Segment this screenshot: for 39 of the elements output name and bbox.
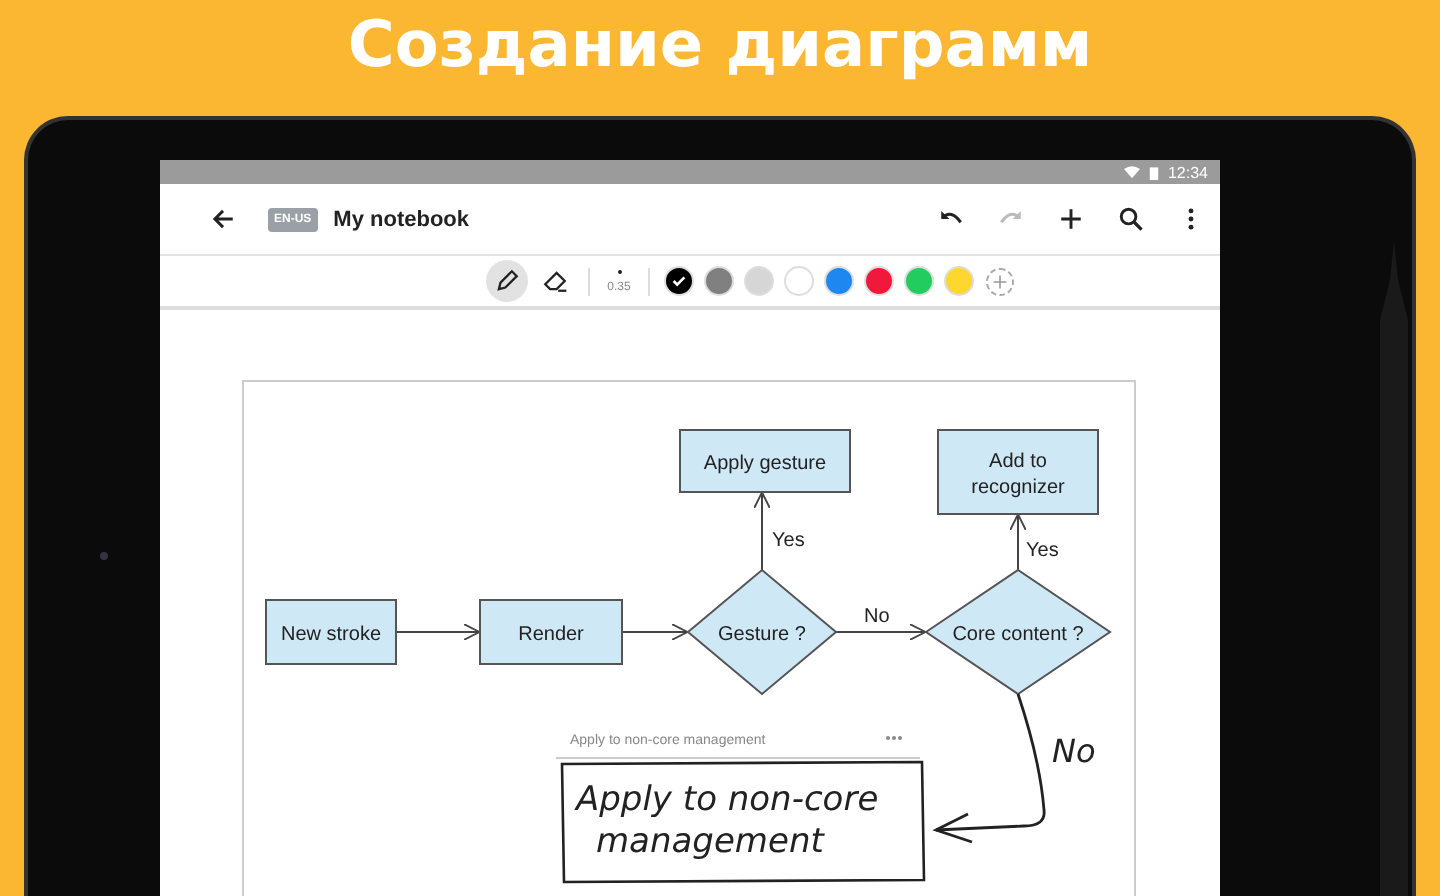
eraser-icon xyxy=(541,268,568,294)
wifi-icon xyxy=(1123,165,1140,179)
handwritten-label: No xyxy=(1052,732,1096,770)
battery-icon xyxy=(1145,165,1162,179)
color-swatch[interactable] xyxy=(824,266,855,296)
pen-tool-button[interactable] xyxy=(485,260,528,302)
color-swatch[interactable] xyxy=(784,266,815,296)
pencil-icon xyxy=(493,268,520,294)
connector-arrow xyxy=(1009,513,1027,571)
decision-node: Gesture ? xyxy=(686,568,838,696)
plus-icon xyxy=(992,273,1009,289)
add-color-button[interactable] xyxy=(986,267,1015,295)
color-swatch[interactable] xyxy=(664,266,695,296)
process-node: Add to recognizer xyxy=(937,429,1099,515)
connector-arrow xyxy=(753,491,771,571)
color-swatch[interactable] xyxy=(744,266,775,296)
camera-icon xyxy=(100,552,108,560)
handwritten-text: Apply to non-core management xyxy=(576,780,879,862)
color-swatch[interactable] xyxy=(704,266,735,296)
process-node: New stroke xyxy=(265,599,397,665)
color-swatch[interactable] xyxy=(944,266,975,296)
edge-label: No xyxy=(864,606,890,628)
notebook-title: My notebook xyxy=(333,207,470,231)
headline: Создание диаграмм xyxy=(347,4,1093,86)
connector-arrow xyxy=(395,623,481,641)
connector-arrow xyxy=(621,623,689,641)
color-swatch[interactable] xyxy=(904,266,935,296)
color-swatch[interactable] xyxy=(864,266,895,296)
process-node: Render xyxy=(479,599,623,665)
add-icon[interactable] xyxy=(1058,206,1084,232)
search-icon[interactable] xyxy=(1118,206,1144,232)
process-node: Apply gesture xyxy=(679,429,851,493)
back-arrow-icon[interactable] xyxy=(210,206,236,232)
edge-label: Yes xyxy=(1026,540,1059,562)
edge-label: Yes xyxy=(772,530,805,552)
decision-node: Core content ? xyxy=(924,568,1112,696)
check-icon xyxy=(670,272,689,290)
status-time: 12:34 xyxy=(1167,163,1208,181)
connector-arrow xyxy=(835,623,927,641)
